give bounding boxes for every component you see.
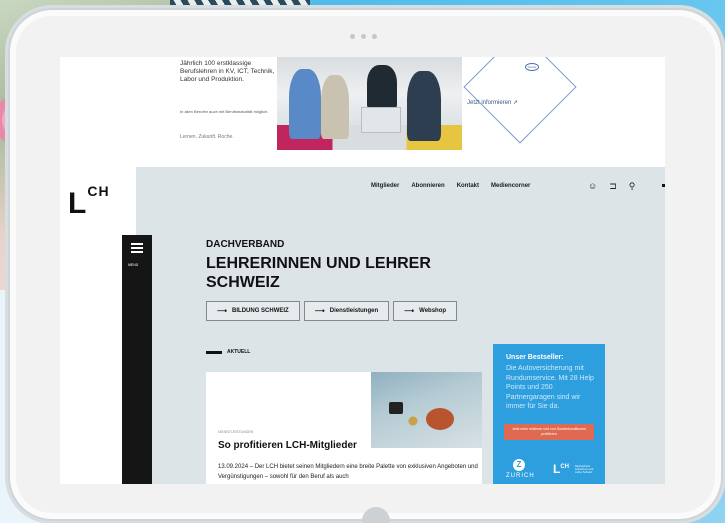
zurich-logo-text: ZURICH — [506, 473, 535, 479]
dienstleistungen-button[interactable]: ⟶ Dienstleistungen — [303, 301, 390, 321]
tablet-screen: Jährlich 100 erstklassige Berufslehren i… — [60, 57, 665, 484]
nav-item-kontakt[interactable]: Kontakt — [457, 183, 479, 189]
news-card-text: 13.09.2024 – Der LCH bietet seinen Mitgl… — [218, 464, 478, 480]
user-icon[interactable]: ☺ — [588, 181, 597, 192]
ad-lch-logo: LCH — [553, 462, 569, 476]
ad-cta-button[interactable]: Jetzt mehr erfahren und von Sonderkondit… — [504, 424, 594, 440]
photo-laptop — [361, 107, 401, 133]
button-label: Webshop — [419, 308, 447, 314]
banner-photo[interactable] — [277, 57, 462, 150]
arrow-icon: ⟶ — [314, 308, 325, 315]
banner-small-text: In allen Berufen auch mit Berufsmaturitä… — [180, 109, 269, 114]
logo-letter: L — [68, 187, 88, 220]
webshop-button[interactable]: ⟶ Webshop — [393, 301, 458, 321]
arrow-icon: ⟶ — [404, 308, 415, 315]
cart-icon[interactable]: ⊐ — [609, 181, 617, 192]
hero-buttons: ⟶ BILDUNG SCHWEIZ ⟶ Dienstleistungen ⟶ Webs… — [206, 301, 458, 321]
home-button[interactable] — [362, 507, 390, 523]
nav-icons: ☺ ⊐ ⚲ — [588, 181, 635, 192]
photo-piggybank — [426, 408, 454, 430]
arrow-icon: ⟶ — [217, 308, 228, 315]
section-label: AKTUELL — [206, 349, 250, 355]
top-nav: Mitglieder Abonnieren Kontakt Mediencorn… — [371, 183, 530, 189]
site-main: Mitglieder Abonnieren Kontakt Mediencorn… — [122, 167, 665, 484]
button-label: Dienstleistungen — [329, 308, 379, 314]
page-title: LEHRERINNEN UND LEHRER SCHWEIZ — [206, 255, 431, 291]
news-card-tag: DIENSTLEISTUNGEN — [218, 430, 254, 434]
nav-item-mediencorner[interactable]: Mediencorner — [491, 183, 530, 189]
photo-coins — [403, 416, 423, 426]
banner-cta-label: Jetzt informieren — [467, 100, 512, 106]
photo-phone — [389, 402, 403, 414]
menu-label: MENÜ — [128, 263, 139, 267]
news-card-image — [371, 372, 482, 448]
hero-kicker: DACHVERBAND — [206, 239, 285, 250]
nav-accent-bar — [662, 184, 665, 187]
photo-person — [289, 69, 321, 139]
photo-person — [407, 71, 441, 141]
button-label: BILDUNG SCHWEIZ — [232, 308, 289, 314]
search-icon[interactable]: ⚲ — [629, 181, 636, 192]
section-bar — [206, 350, 222, 354]
zurich-ad[interactable]: Unser Bestseller: Die Autoversicherung m… — [493, 344, 605, 484]
zurich-logo-icon: Z — [513, 459, 525, 471]
banner-headline: Jährlich 100 erstklassige Berufslehren i… — [180, 60, 275, 83]
roche-logo: Roche — [525, 63, 539, 71]
nav-item-abonnieren[interactable]: Abonnieren — [411, 183, 444, 189]
side-menu[interactable]: MENÜ — [122, 235, 152, 484]
ad-title: Unser Bestseller: — [506, 354, 564, 361]
photo-person — [367, 65, 397, 109]
ad-lch-sup: CH — [560, 464, 570, 470]
nav-item-mitglieder[interactable]: Mitglieder — [371, 183, 399, 189]
news-card-title[interactable]: So profitieren LCH-Mitglieder — [218, 440, 357, 451]
photo-person — [321, 75, 349, 139]
bildung-schweiz-button[interactable]: ⟶ BILDUNG SCHWEIZ — [206, 301, 300, 321]
banner-cta-link[interactable]: Jetzt informieren ➚ — [467, 99, 518, 106]
logo-sup: CH — [87, 183, 110, 199]
hamburger-icon[interactable] — [131, 243, 143, 255]
ad-lch-small: Dachverband Lehrerinnen und Lehrer Schwe… — [575, 465, 594, 474]
section-label-text: AKTUELL — [227, 349, 251, 355]
camera-dots — [350, 34, 377, 39]
ad-text: Die Autoversicherung mit Rundumservice. … — [506, 365, 594, 410]
banner-slogan: Lernen. Zukunft. Roche. — [180, 134, 234, 140]
news-card[interactable]: DIENSTLEISTUNGEN So profitieren LCH-Mitg… — [206, 372, 482, 484]
lch-logo[interactable]: LCH — [68, 183, 110, 221]
